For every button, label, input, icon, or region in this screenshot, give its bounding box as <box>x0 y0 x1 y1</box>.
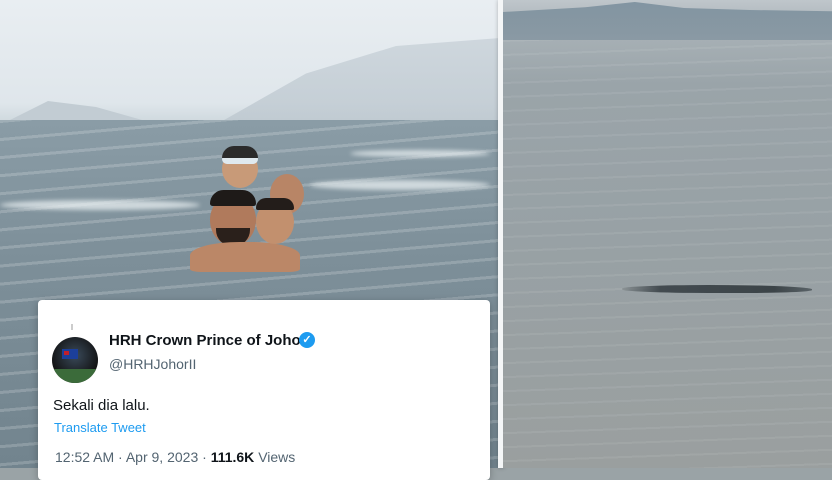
wave-foam <box>0 200 200 210</box>
meta-separator: · <box>202 449 207 465</box>
user-handle[interactable]: @HRHJohorII <box>109 356 196 372</box>
flag-icon <box>62 349 78 359</box>
translate-tweet-link[interactable]: Translate Tweet <box>54 420 146 435</box>
profile-avatar[interactable] <box>52 337 98 383</box>
tweet-time[interactable]: 12:52 AM <box>55 449 114 465</box>
tweet-text: Sekali dia lalu. <box>53 397 150 414</box>
man-hair <box>210 190 256 206</box>
views-label: Views <box>258 449 296 465</box>
sea-crocodile-photo <box>503 0 832 468</box>
tweet-thread-marker <box>71 324 73 330</box>
child-hair <box>222 146 258 158</box>
shoulders <box>190 242 300 272</box>
crocodile-silhouette <box>622 285 812 293</box>
tweet-date[interactable]: Apr 9, 2023 <box>126 449 198 465</box>
water-ripples <box>503 40 832 468</box>
distant-ridge <box>503 2 832 40</box>
verified-badge-icon: ✓ <box>299 332 315 348</box>
tweet-meta: 12:52 AM · Apr 9, 2023 · 111.6K Views <box>55 449 295 465</box>
boy-hair <box>256 198 294 210</box>
avatar-grass <box>52 369 98 383</box>
family-group <box>186 142 326 272</box>
meta-separator: · <box>118 449 123 465</box>
views-count: 111.6K <box>210 449 255 465</box>
display-name[interactable]: HRH Crown Prince of Johor <box>109 332 307 349</box>
wave-foam <box>310 180 490 190</box>
wave-foam <box>350 150 490 157</box>
